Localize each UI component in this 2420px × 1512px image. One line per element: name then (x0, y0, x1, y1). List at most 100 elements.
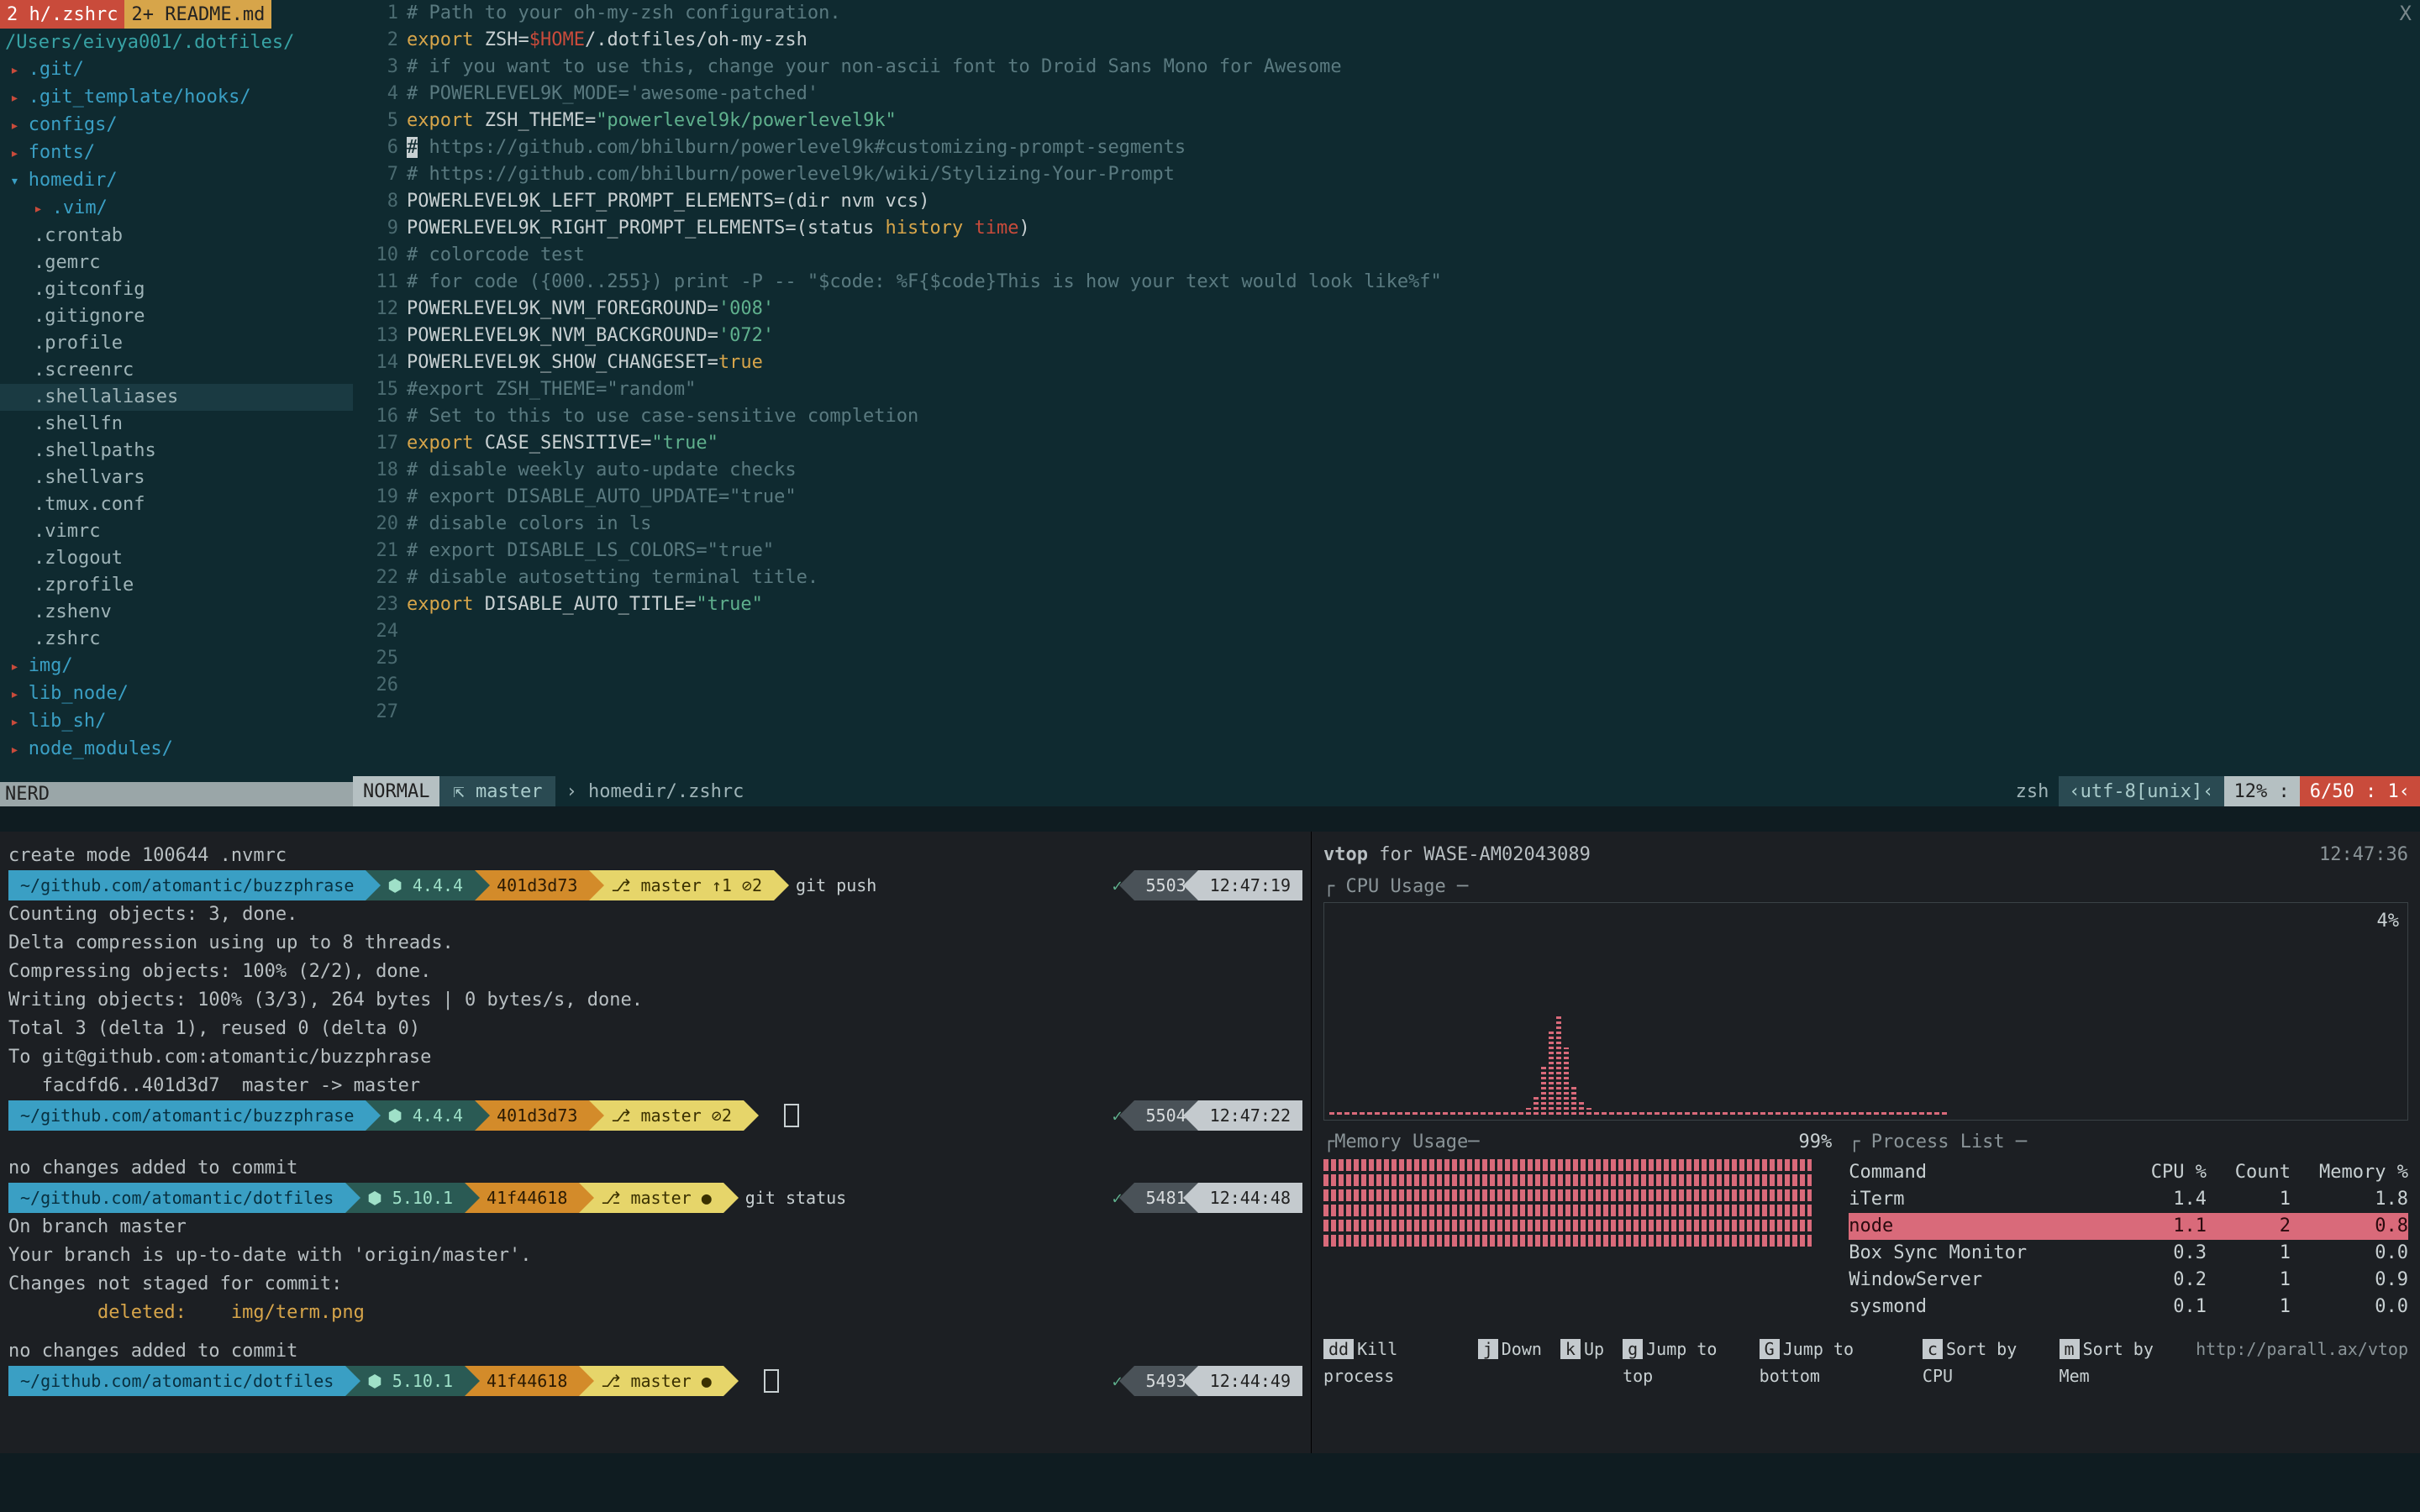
tree-file[interactable]: .tmux.conf (0, 491, 353, 518)
vtop-shortcut: mSort by Mem (2060, 1336, 2178, 1389)
file-tree-sidebar: 2 h/.zshrc 2+ README.md /Users/eivya001/… (0, 0, 353, 806)
git-branch: ⇱ master (439, 776, 555, 806)
tree-footer: NERD (0, 782, 353, 806)
tree-file[interactable]: .gitignore (0, 303, 353, 330)
prompt-git: ⎇ master ● (579, 1366, 723, 1396)
shell-prompt-1: ~/github.com/atomantic/buzzphrase⬢ 4.4.4… (8, 870, 1302, 900)
tree-folder[interactable]: .git/ (0, 56, 353, 84)
tree-root-path: /Users/eivya001/.dotfiles/ (0, 29, 353, 56)
prompt-time: 12:47:19 (1198, 870, 1302, 900)
window-close-icon[interactable]: X (2400, 2, 2412, 25)
prompt-git: ⎇ master ● (579, 1183, 723, 1213)
editor-tab-bar: 2 h/.zshrc 2+ README.md (0, 0, 353, 29)
file-tree[interactable]: .git/.git_template/hooks/configs/fonts/h… (0, 56, 353, 782)
vtop-clock: 12:47:36 (2319, 842, 2408, 869)
tree-file[interactable]: .gemrc (0, 249, 353, 276)
prompt-hash: 401d3d73 (475, 870, 589, 900)
code-lines[interactable]: # Path to your oh-my-zsh configuration.e… (407, 0, 2420, 776)
prompt-git: ⎇ master ↑1 ⊘2 (589, 870, 774, 900)
tree-folder[interactable]: fonts/ (0, 139, 353, 167)
tree-file[interactable]: .profile (0, 330, 353, 357)
vim-status-bar: NORMAL ⇱ master › homedir/.zshrc zsh ‹ u… (353, 776, 2420, 806)
prompt-node: ⬢ 5.10.1 (345, 1183, 465, 1213)
process-row[interactable]: iTerm1.411.8 (1849, 1186, 2408, 1213)
vtop-pane[interactable]: vtop for WASE-AM02043089 12:47:36 ┌ CPU … (1311, 832, 2420, 1453)
tree-folder[interactable]: configs/ (0, 112, 353, 139)
tree-file[interactable]: .zshenv (0, 599, 353, 626)
shell-prompt-4[interactable]: ~/github.com/atomantic/dotfiles⬢ 5.10.14… (8, 1366, 1302, 1396)
tree-folder[interactable]: lib_node/ (0, 680, 353, 708)
code-editor[interactable]: 1234567891011121314151617181920212223242… (353, 0, 2420, 806)
line-number-gutter: 1234567891011121314151617181920212223242… (353, 0, 407, 776)
vim-mode: NORMAL (353, 776, 439, 806)
vtop-shortcut: jDown (1478, 1336, 1542, 1389)
tree-file[interactable]: .shellpaths (0, 438, 353, 465)
memory-percent: 99% (1798, 1129, 1832, 1156)
process-row[interactable]: WindowServer0.210.9 (1849, 1267, 2408, 1294)
prompt-time: 12:44:49 (1198, 1366, 1302, 1396)
cursor-position: 6/50 : 1 ‹ (2300, 776, 2420, 806)
prompt-node: ⬢ 4.4.4 (366, 1100, 475, 1131)
tree-file[interactable]: .shellfn (0, 411, 353, 438)
encoding: ‹ utf-8[unix] ‹ (2059, 776, 2223, 806)
cpu-percent: 4% (2377, 908, 2400, 935)
vtop-url: http://parall.ax/vtop (2196, 1336, 2408, 1389)
cpu-chart: 4% (1323, 902, 2408, 1121)
prompt-time: 12:47:22 (1198, 1100, 1302, 1131)
prompt-hash: 41f44618 (465, 1366, 579, 1396)
vtop-shortcut: ddKill process (1323, 1336, 1460, 1389)
memory-chart (1323, 1159, 1832, 1247)
tree-file[interactable]: .zprofile (0, 572, 353, 599)
tree-file[interactable]: .shellvars (0, 465, 353, 491)
prompt-command[interactable]: git status (723, 1183, 858, 1213)
shell-prompt-2[interactable]: ~/github.com/atomantic/buzzphrase⬢ 4.4.4… (8, 1100, 1302, 1131)
vtop-footer: ddKill process jDown kUp gJump to top GJump … (1323, 1336, 2408, 1389)
process-header: CommandCPU %CountMemory % (1849, 1159, 2408, 1186)
status-file: › homedir/.zshrc (555, 781, 754, 802)
tree-folder[interactable]: .git_template/hooks/ (0, 84, 353, 112)
shell-prompt-3: ~/github.com/atomantic/dotfiles⬢ 5.10.14… (8, 1183, 1302, 1213)
cpu-title: ┌ CPU Usage ─ (1323, 874, 2408, 900)
process-row[interactable]: Box Sync Monitor0.310.0 (1849, 1240, 2408, 1267)
scroll-percent: 12% : (2224, 776, 2300, 806)
vtop-shortcut: gJump to top (1623, 1336, 1741, 1389)
tree-file[interactable]: .zlogout (0, 545, 353, 572)
tree-file[interactable]: .shellaliases (0, 384, 353, 411)
tree-file[interactable]: .gitconfig (0, 276, 353, 303)
vtop-shortcut: kUp (1560, 1336, 1604, 1389)
git-push-output: Counting objects: 3, done. Delta compres… (8, 900, 1302, 1100)
prompt-git: ⎇ master ⊘2 (589, 1100, 743, 1131)
git-status-output: On branch master Your branch is up-to-da… (8, 1213, 1302, 1327)
prompt-command[interactable]: git push (774, 870, 888, 900)
tree-file[interactable]: .zshrc (0, 626, 353, 653)
process-row[interactable]: node1.120.8 (1849, 1213, 2408, 1240)
prompt-path: ~/github.com/atomantic/buzzphrase (8, 1100, 366, 1131)
tree-folder[interactable]: homedir/ (0, 167, 353, 195)
vtop-title: vtop (1323, 844, 1368, 865)
git-output: create mode 100644 .nvmrc (8, 842, 1302, 870)
prompt-time: 12:44:48 (1198, 1183, 1302, 1213)
vtop-shortcut: GJump to bottom (1760, 1336, 1904, 1389)
prompt-node: ⬢ 5.10.1 (345, 1366, 465, 1396)
tree-file[interactable]: .crontab (0, 223, 353, 249)
prompt-hash: 41f44618 (465, 1183, 579, 1213)
git-output: no changes added to commit (8, 1154, 1302, 1183)
filetype: zsh (2006, 776, 2060, 806)
tree-file[interactable]: .vimrc (0, 518, 353, 545)
memory-panel: ┌ Memory Usage ─99% (1323, 1129, 1832, 1320)
tree-file[interactable]: .screenrc (0, 357, 353, 384)
prompt-node: ⬢ 4.4.4 (366, 870, 475, 900)
prompt-hash: 401d3d73 (475, 1100, 589, 1131)
process-list[interactable]: ┌ Process List ─ CommandCPU %CountMemory… (1849, 1129, 2408, 1320)
prompt-path: ~/github.com/atomantic/dotfiles (8, 1366, 345, 1396)
tree-folder[interactable]: img/ (0, 653, 353, 680)
tree-folder[interactable]: .vim/ (0, 195, 353, 223)
vtop-shortcut: cSort by CPU (1923, 1336, 2041, 1389)
tab-background[interactable]: 2+ README.md (124, 0, 271, 29)
tree-folder[interactable]: lib_sh/ (0, 708, 353, 736)
process-row[interactable]: sysmond0.110.0 (1849, 1294, 2408, 1320)
prompt-path: ~/github.com/atomantic/dotfiles (8, 1183, 345, 1213)
tab-active[interactable]: 2 h/.zshrc (0, 0, 124, 29)
tree-folder[interactable]: node_modules/ (0, 736, 353, 764)
terminal-left[interactable]: create mode 100644 .nvmrc ~/github.com/a… (0, 832, 1311, 1453)
